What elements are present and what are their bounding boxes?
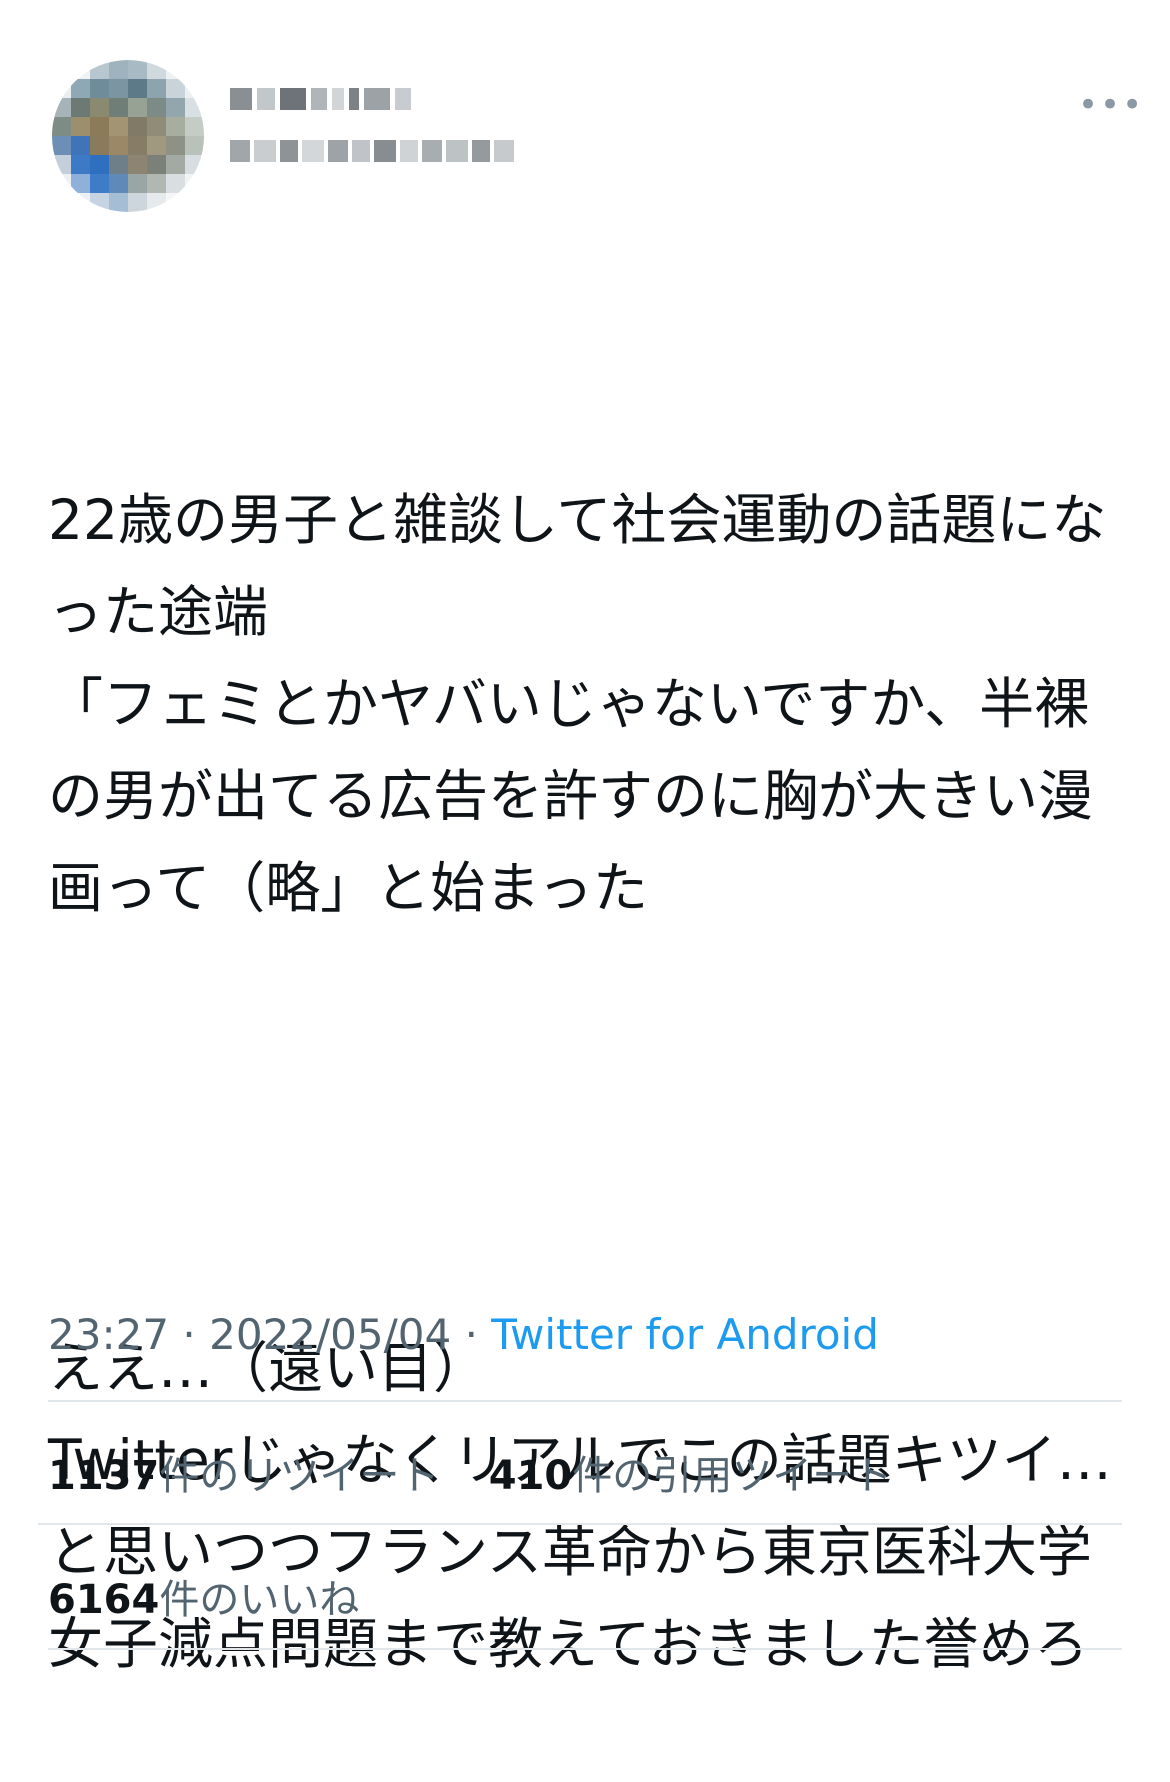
quotes-label: 件の引用ツイート [572, 1453, 893, 1499]
more-options-icon[interactable]: ••• [1078, 88, 1142, 122]
retweets-stat[interactable]: 1137件のリツイート [48, 1453, 452, 1499]
meta-separator: · [182, 1310, 196, 1359]
tweet-paragraph-1: 22歳の男子と雑談して社会運動の話題になった途端 「フェミとかヤバいじゃないです… [48, 488, 1107, 920]
retweets-count: 1137 [48, 1453, 160, 1499]
quotes-count: 410 [488, 1453, 573, 1499]
divider [48, 1648, 1122, 1650]
engagement-stats: 1137件のリツイート 410件の引用ツイート [48, 1443, 892, 1501]
divider [48, 1400, 1122, 1402]
quotes-stat[interactable]: 410件の引用ツイート [489, 1453, 893, 1499]
retweets-label: 件のリツイート [159, 1453, 440, 1499]
tweet-paragraph-2: ええ…（遠い目） Twitterじゃなくリアルでこの話題キツイ…と思いつつフラン… [48, 1336, 1112, 1676]
tweet-text: 22歳の男子と雑談して社会運動の話題になった途端 「フェミとかヤバいじゃないです… [48, 290, 1138, 1782]
tweet-time: 23:27 [48, 1310, 170, 1359]
meta-separator: · [464, 1310, 478, 1359]
likes-stat[interactable]: 6164件のいいね [48, 1567, 359, 1625]
likes-count: 6164 [48, 1577, 160, 1623]
avatar-pixelated-image [52, 60, 204, 212]
likes-label: 件のいいね [159, 1577, 360, 1623]
tweet-date: 2022/05/04 [209, 1310, 452, 1359]
divider [38, 1523, 1122, 1525]
display-name-blurred[interactable] [230, 88, 411, 110]
tweet-meta: 23:27 · 2022/05/04 · Twitter for Android [48, 1310, 879, 1359]
source-link[interactable]: Twitter for Android [491, 1310, 879, 1359]
handle-blurred [230, 140, 514, 162]
avatar[interactable] [52, 60, 204, 212]
tweet-header: ••• [0, 0, 1170, 230]
